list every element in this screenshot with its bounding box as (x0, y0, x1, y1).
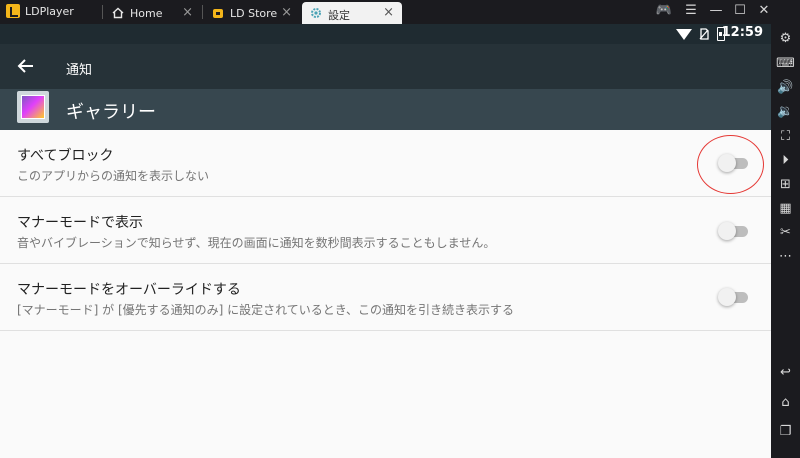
setting-subtitle: 音やバイブレーションで知らせず、現在の画面に通知を数秒間表示することもしません。 (17, 236, 496, 250)
settings-list: すべてブロック このアプリからの通知を表示しない マナーモードで表示 音やバイブ… (0, 130, 771, 458)
close-window-button[interactable]: ✕ (755, 3, 773, 18)
highlight-circle (697, 135, 764, 194)
gallery-icon (17, 91, 49, 123)
setting-title: すべてブロック (17, 148, 114, 164)
add-apk-icon[interactable]: ⊞ (776, 175, 795, 194)
app-bar: 通知 (0, 44, 771, 89)
tab-settings[interactable]: 設定 × (302, 2, 402, 24)
gamepad-icon[interactable]: 🎮 (655, 3, 673, 18)
page-title: 通知 (66, 63, 93, 78)
home-icon (112, 7, 124, 19)
android-home-icon[interactable]: ⌂ (776, 393, 795, 412)
setting-row-silent-mode[interactable]: マナーモードで表示 音やバイブレーションで知らせず、現在の画面に通知を数秒間表示… (0, 197, 771, 264)
app-name-title: ギャラリー (66, 102, 156, 123)
gear-icon (311, 8, 321, 18)
android-status-bar: 12:59 (0, 24, 771, 44)
no-sim-icon (699, 28, 709, 40)
tab-settings-label: 設定 (328, 9, 350, 22)
volume-up-icon[interactable]: 🔊 (776, 78, 795, 97)
setting-subtitle: このアプリからの通知を表示しない (17, 169, 210, 183)
app-name: LDPlayer (25, 5, 74, 18)
tab-home-label: Home (130, 7, 163, 20)
minimize-button[interactable]: — (707, 3, 725, 18)
screenshot-icon[interactable]: ⛶ (776, 127, 795, 146)
back-arrow-icon[interactable] (14, 54, 38, 78)
setting-row-override-dnd[interactable]: マナーモードをオーバーライドする [マナーモード] が [優先する通知のみ] に… (0, 264, 771, 331)
override-dnd-toggle[interactable] (718, 288, 748, 306)
ldplayer-logo-icon (6, 4, 20, 18)
tab-settings-close-icon[interactable]: × (383, 5, 394, 20)
tab-home[interactable]: Home × (104, 2, 201, 24)
settings-icon[interactable]: ⚙ (776, 29, 795, 48)
title-bar: LDPlayer Home × LD Store × 設定 × 🎮 ☰ — ☐ … (0, 0, 800, 24)
keyboard-icon[interactable]: ⌨ (776, 54, 795, 73)
tab-ld-store-label: LD Store (230, 7, 278, 20)
store-icon (213, 9, 223, 18)
maximize-button[interactable]: ☐ (731, 3, 749, 18)
setting-title: マナーモードをオーバーライドする (17, 282, 241, 298)
silent-mode-toggle[interactable] (718, 222, 748, 240)
tab-ld-store-close-icon[interactable]: × (281, 5, 292, 20)
more-icon[interactable]: ⋯ (776, 247, 795, 266)
setting-title: マナーモードで表示 (17, 215, 143, 231)
volume-down-icon[interactable]: 🔉 (776, 102, 795, 121)
record-icon[interactable]: ⏵ (776, 151, 795, 170)
emulator-sidebar: ⚙ ⌨ 🔊 🔉 ⛶ ⏵ ⊞ ▦ ✂ ⋯ ↩ ⌂ ❐ (771, 24, 800, 458)
android-back-icon[interactable]: ↩ (776, 363, 795, 382)
setting-subtitle: [マナーモード] が [優先する通知のみ] に設定されているとき、この通知を引き… (17, 303, 514, 317)
android-recents-icon[interactable]: ❐ (776, 422, 795, 441)
scissors-icon[interactable]: ✂ (776, 223, 795, 242)
tab-separator (202, 5, 203, 19)
menu-icon[interactable]: ☰ (682, 3, 700, 18)
setting-row-block-all[interactable]: すべてブロック このアプリからの通知を表示しない (0, 130, 771, 197)
status-time: 12:59 (721, 25, 763, 40)
tab-separator (102, 5, 103, 19)
app-header: ギャラリー (0, 89, 771, 130)
tab-ld-store[interactable]: LD Store × (204, 2, 300, 24)
wifi-icon (676, 29, 692, 40)
tab-home-close-icon[interactable]: × (182, 5, 193, 20)
apk-icon[interactable]: ▦ (776, 199, 795, 218)
